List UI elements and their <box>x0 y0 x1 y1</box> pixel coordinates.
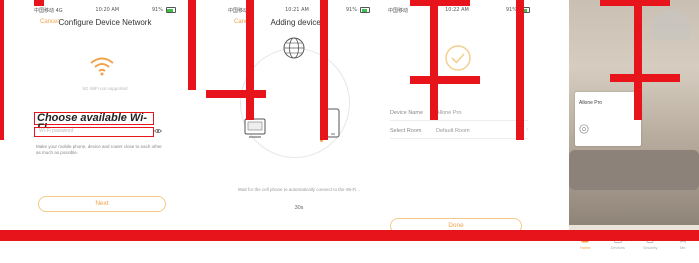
page-title: Configure Device Network <box>58 18 152 27</box>
connection-arc <box>240 48 350 158</box>
carrier-label: 中国移动 4G <box>34 7 63 14</box>
tab-label: Home <box>579 245 591 250</box>
time-label: 10:22 AM <box>445 7 469 13</box>
choose-wifi-button[interactable]: Choose available Wi-Fi <box>34 112 154 134</box>
carrier-label: 中国移动 <box>228 7 249 14</box>
carrier-label: 中国移动 <box>388 7 409 14</box>
device-hub-icon <box>244 118 266 138</box>
globe-icon <box>283 37 305 59</box>
countdown-label: 30s <box>294 205 304 211</box>
watermark-bar <box>246 0 254 120</box>
row-label: Device Name <box>390 110 424 116</box>
row-value: Allone Pro <box>436 110 462 116</box>
tab-label: Security <box>643 245 658 250</box>
device-name-row[interactable]: Device Name Allone Pro <box>390 106 528 121</box>
wifi-notice: 5G WiFi not supported <box>82 86 128 91</box>
tab-label: Devices <box>610 245 625 250</box>
tab-label: Me <box>679 245 686 250</box>
watermark-bar <box>410 76 480 84</box>
time-label: 10:21 AM <box>285 7 309 13</box>
chevron-right-icon: › <box>526 127 528 133</box>
select-room-row[interactable]: Select Room Default Room › <box>390 124 528 139</box>
help-text: Make your mobile phone, device and route… <box>36 144 162 155</box>
watermark-bar <box>0 0 4 140</box>
success-check-icon <box>445 45 471 71</box>
device-name: Allone Pro <box>579 100 603 106</box>
watermark-bar <box>634 0 642 120</box>
row-value: Default Room <box>436 128 470 134</box>
time-label: 10:20 AM <box>95 7 120 13</box>
watermark-bar <box>320 0 328 140</box>
battery-label: 91% <box>151 7 163 13</box>
watermark-bar <box>0 230 699 241</box>
watermark-bar <box>410 0 470 6</box>
status-bar: 中国移动 4G 10:20 AM 91% <box>30 6 180 14</box>
wait-text: Wait for the cell phone to automatically… <box>237 187 361 192</box>
battery-label: 91% <box>345 7 357 13</box>
watermark-bar <box>610 74 680 82</box>
watermark-bar <box>188 0 196 90</box>
battery-icon <box>165 7 176 13</box>
watermark-bar <box>600 0 670 6</box>
watermark-bar <box>430 0 438 120</box>
watermark-bar <box>516 0 524 140</box>
wifi-password-input[interactable]: Wi-Fi password <box>34 127 154 137</box>
eye-icon[interactable] <box>154 128 162 134</box>
sofa-image <box>569 150 699 190</box>
wifi-icon <box>90 57 114 76</box>
device-card[interactable]: Allone Pro <box>575 92 641 146</box>
power-icon[interactable] <box>579 124 589 134</box>
status-bar: 中国移动 10:22 AM 91% <box>384 6 534 14</box>
battery-icon <box>360 7 370 13</box>
smartphone-icon <box>326 108 340 138</box>
next-button[interactable]: Next <box>38 196 166 212</box>
row-label: Select Room <box>390 128 422 134</box>
nav-bar: Cancel Configure Device Network <box>30 16 180 30</box>
watermark-bar <box>206 90 266 98</box>
watermark-bar <box>34 0 44 6</box>
phone-added-success: 中国移动 10:22 AM 91% Added successfully Dev… <box>384 0 534 263</box>
